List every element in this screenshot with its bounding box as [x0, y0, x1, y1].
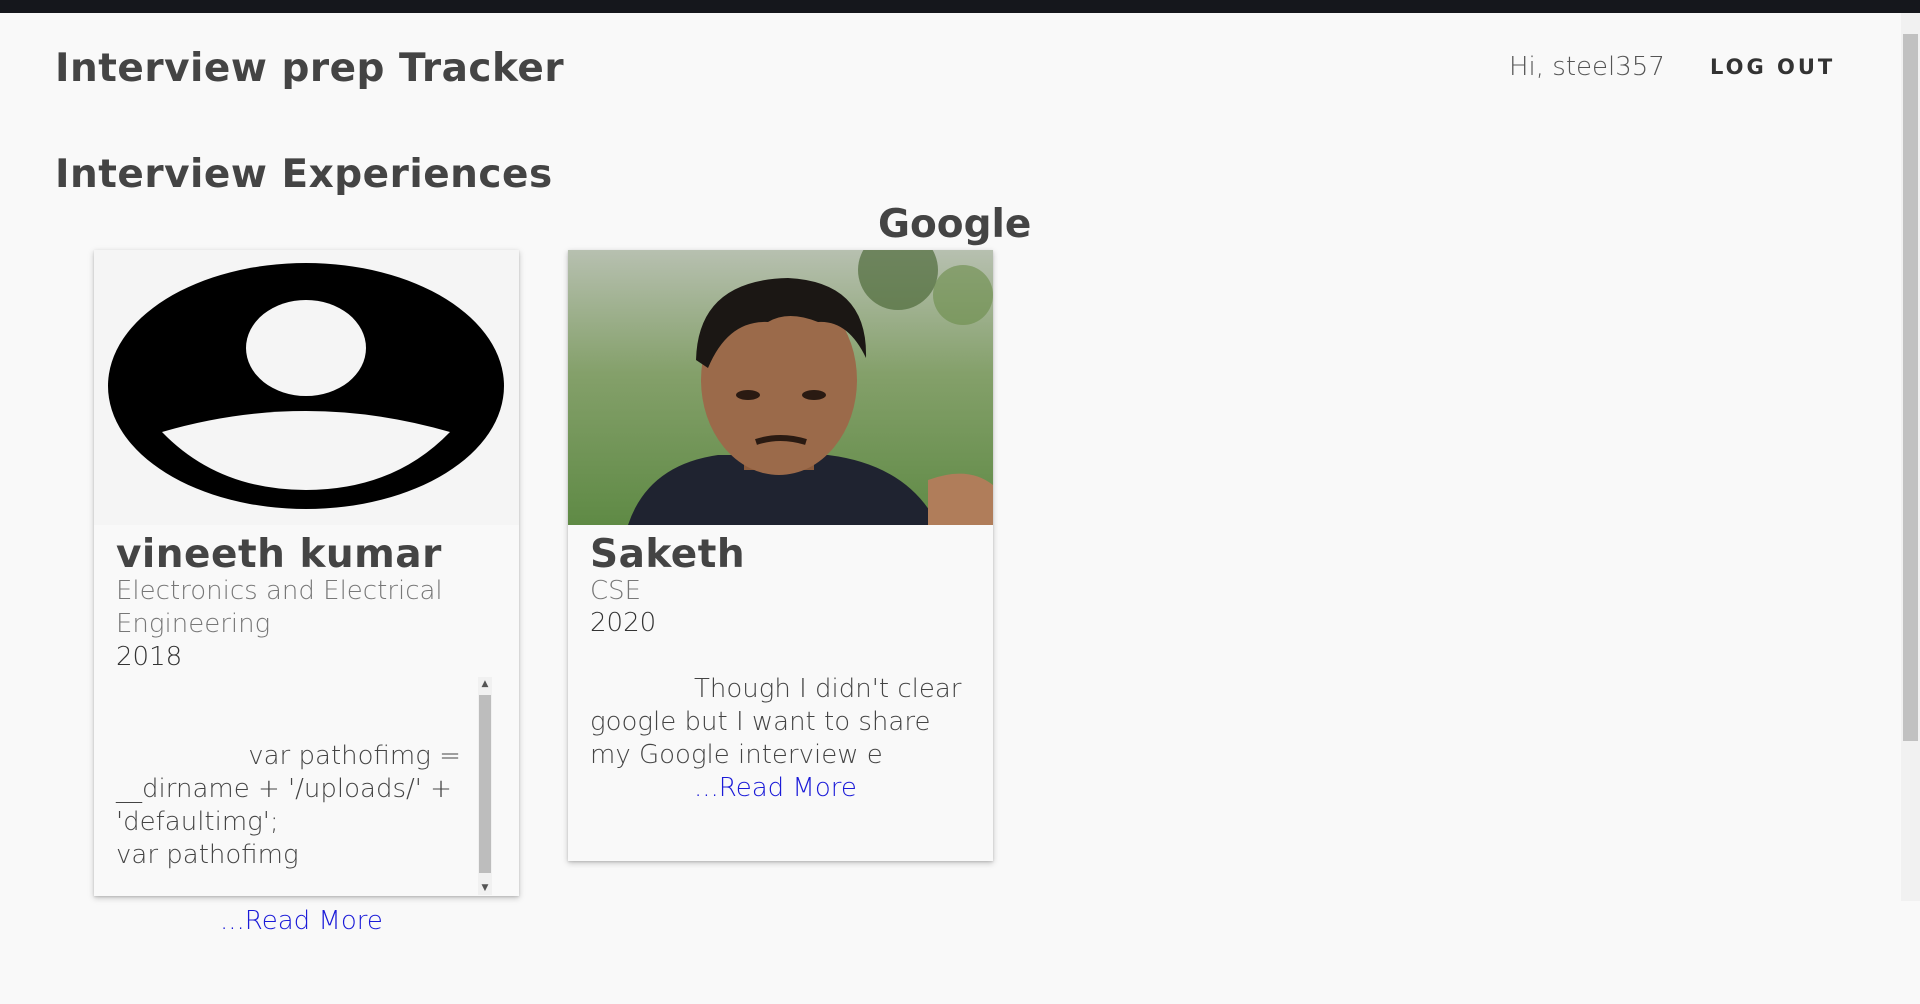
experience-card[interactable]: vineeth kumar Electronics and Electrical… — [94, 250, 519, 936]
read-more-link[interactable]: ...Read More — [220, 906, 383, 936]
profile-photo — [568, 250, 993, 525]
card-excerpt: Though I didn't clear google but I want … — [590, 673, 965, 805]
scroll-thumb[interactable] — [479, 695, 491, 873]
scroll-down-icon[interactable]: ▼ — [478, 881, 492, 895]
app-title[interactable]: Interview prep Tracker — [55, 46, 564, 91]
card-excerpt: var pathofimg = __dirname + '/uploads/' … — [116, 707, 491, 1004]
card-department: Electronics and Electrical Engineering — [116, 576, 443, 639]
card-department: CSE — [590, 576, 642, 606]
logout-button[interactable]: LOG OUT — [1710, 55, 1835, 79]
excerpt-text: Though I didn't clear google but I want … — [590, 674, 962, 770]
card-scrollbar[interactable]: ▲ ▼ — [478, 677, 492, 895]
card-name: Saketh — [590, 532, 746, 577]
user-avatar-icon — [108, 263, 504, 509]
excerpt-text: var pathofimg = __dirname + '/uploads/' … — [116, 741, 461, 870]
user-greeting: Hi, steel357 — [1509, 52, 1665, 82]
card-year: 2020 — [590, 608, 657, 638]
read-more-link[interactable]: ...Read More — [694, 773, 857, 803]
card-year: 2018 — [116, 642, 183, 672]
page-scroll-thumb[interactable] — [1903, 34, 1918, 741]
scroll-up-icon[interactable]: ▲ — [478, 677, 492, 691]
page-scrollbar[interactable] — [1901, 13, 1920, 901]
company-title: Google — [878, 202, 1032, 247]
section-title: Interview Experiences — [55, 152, 553, 197]
browser-top-strip — [0, 0, 1920, 13]
card-image — [94, 250, 519, 525]
card-name: vineeth kumar — [116, 532, 442, 577]
card-image — [568, 250, 993, 525]
experience-card[interactable]: Saketh CSE 2020 Though I didn't clear go… — [568, 250, 993, 861]
